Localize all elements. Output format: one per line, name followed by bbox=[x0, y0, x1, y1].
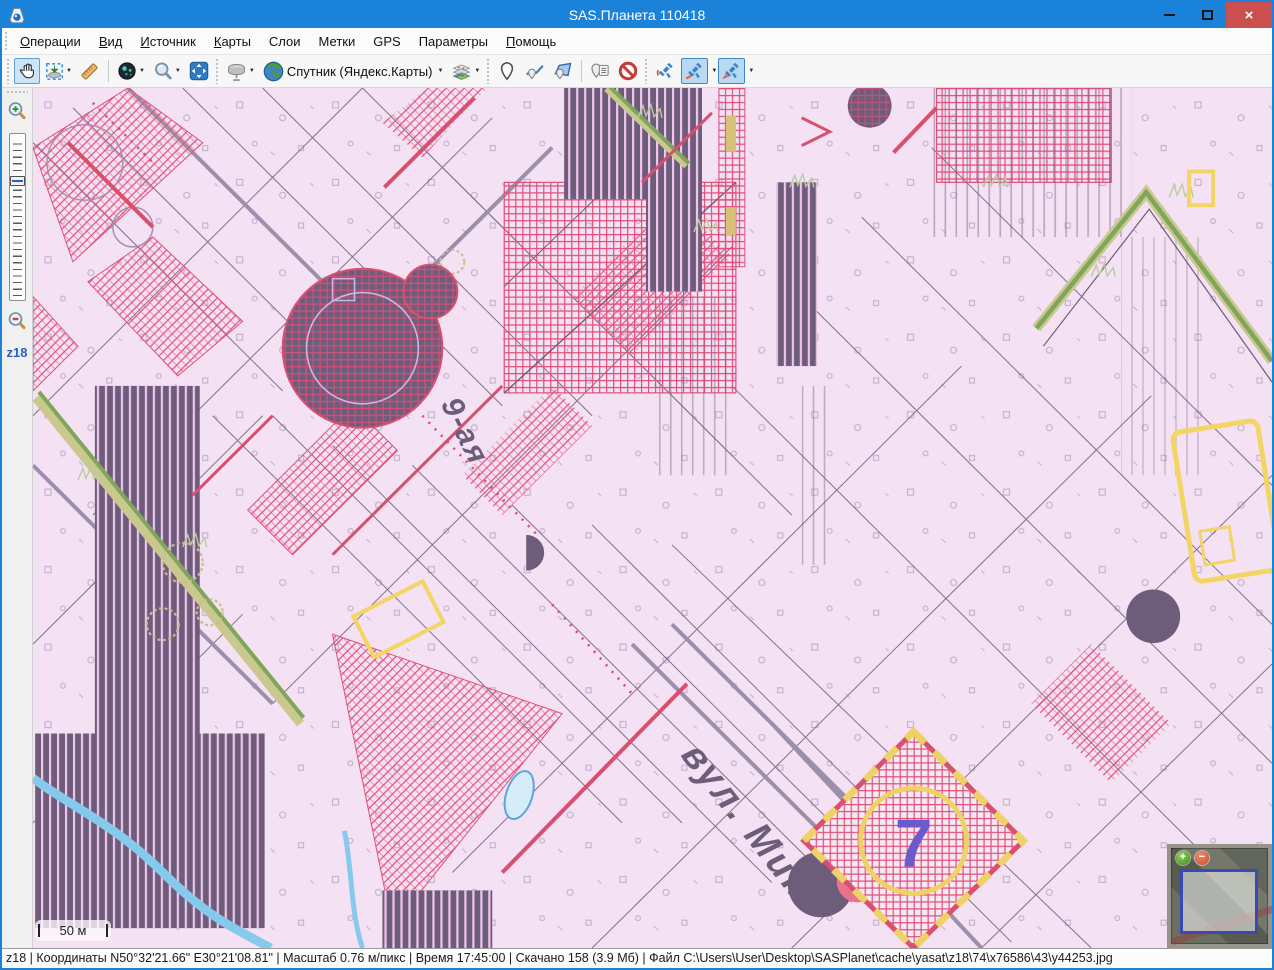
selection-tool-button[interactable]: ▼ bbox=[42, 58, 75, 84]
hide-placemarks-button[interactable] bbox=[615, 58, 641, 84]
menu-gps[interactable]: GPS bbox=[364, 31, 409, 52]
add-polygon-button[interactable] bbox=[550, 58, 576, 84]
dark-globe-button[interactable]: ▼ bbox=[114, 58, 148, 84]
menu-operations[interactable]: Операции bbox=[11, 31, 90, 52]
scale-bar-label: 50 м bbox=[40, 923, 106, 938]
map-source-label: Спутник (Яндекс.Карты) bbox=[287, 64, 433, 79]
map-image: 7 9-ая вул. Мико bbox=[33, 88, 1272, 948]
path-icon bbox=[525, 61, 545, 81]
ruler-icon bbox=[80, 62, 99, 81]
menu-view[interactable]: Вид bbox=[90, 31, 132, 52]
polygon-icon bbox=[553, 61, 573, 81]
main-toolbar: ▼ ▼ ▼ bbox=[2, 55, 1272, 88]
magnifier-dropdown-arrow[interactable]: ▼ bbox=[175, 68, 181, 74]
map-source-dropdown-arrow[interactable]: ▼ bbox=[437, 68, 443, 74]
map-canvas[interactable]: 7 9-ая вул. Мико 50 м + − bbox=[33, 88, 1272, 948]
placemark-icon bbox=[497, 61, 517, 81]
gps-follow-button[interactable] bbox=[718, 58, 745, 84]
zoom-level-label: z18 bbox=[7, 345, 28, 360]
placemark-manager-button[interactable] bbox=[587, 58, 613, 84]
zoom-out-button[interactable] bbox=[7, 311, 27, 331]
gps-track-icon bbox=[684, 61, 705, 82]
rect-selection-icon bbox=[45, 62, 64, 81]
window-title: SAS.Планета 110418 bbox=[2, 7, 1272, 23]
measure-distance-button[interactable] bbox=[77, 58, 103, 84]
add-path-button[interactable] bbox=[522, 58, 548, 84]
pan-tool-button[interactable] bbox=[14, 58, 40, 84]
layers-dropdown-arrow[interactable]: ▼ bbox=[474, 68, 480, 74]
zoom-slider-thumb[interactable] bbox=[10, 176, 25, 186]
status-text: z18 | Координаты N50°32'21.66" E30°21'08… bbox=[6, 951, 1113, 965]
title-bar[interactable]: SAS.Планета 110418 × bbox=[2, 2, 1272, 28]
toolbar-gripper-3[interactable] bbox=[486, 58, 491, 84]
toolbar-gripper-4[interactable] bbox=[644, 58, 649, 84]
minimap[interactable]: + − bbox=[1167, 844, 1272, 948]
status-bar: z18 | Координаты N50°32'21.66" E30°21'08… bbox=[2, 948, 1272, 968]
earth-globe-icon bbox=[263, 61, 284, 82]
layers-icon bbox=[451, 61, 472, 82]
menu-layers[interactable]: Слои bbox=[260, 31, 310, 52]
minimap-viewport[interactable] bbox=[1180, 869, 1258, 934]
hand-icon bbox=[18, 62, 37, 81]
gps-follow-dropdown-arrow[interactable]: ▼ bbox=[748, 68, 754, 74]
menu-source[interactable]: Источник bbox=[131, 31, 205, 52]
layers-button[interactable]: ▼ bbox=[448, 58, 483, 84]
scale-bar-right-tick bbox=[106, 924, 108, 937]
zoom-panel: z18 bbox=[2, 88, 33, 948]
block-number-label: 7 bbox=[895, 807, 933, 882]
fullscreen-button[interactable] bbox=[186, 58, 212, 84]
selection-dropdown-arrow[interactable]: ▼ bbox=[66, 68, 72, 74]
placemark-list-icon bbox=[590, 61, 610, 81]
scale-bar: 50 м bbox=[35, 920, 111, 941]
toolbar-gripper-1[interactable] bbox=[6, 58, 11, 84]
menubar-gripper[interactable] bbox=[4, 31, 9, 51]
app-window: SAS.Планета 110418 × Операции Вид Источн… bbox=[0, 0, 1274, 970]
zoom-panel-gripper[interactable] bbox=[6, 90, 28, 95]
gps-follow-icon bbox=[721, 61, 742, 82]
magnifier-button[interactable]: ▼ bbox=[150, 58, 184, 84]
menu-bar: Операции Вид Источник Карты Слои Метки G… bbox=[2, 28, 1272, 55]
menu-settings[interactable]: Параметры bbox=[410, 31, 497, 52]
zoom-slider-ticks bbox=[13, 138, 22, 296]
zoom-slider[interactable] bbox=[9, 133, 26, 301]
menu-placemarks[interactable]: Метки bbox=[310, 31, 365, 52]
night-globe-icon bbox=[117, 61, 137, 81]
toolbar-separator bbox=[108, 60, 109, 82]
toolbar-separator-2 bbox=[581, 60, 582, 82]
toolbar-gripper-2[interactable] bbox=[215, 58, 220, 84]
add-placemark-button[interactable] bbox=[494, 58, 520, 84]
fullscreen-icon bbox=[189, 61, 209, 81]
cache-mode-button[interactable]: ▼ bbox=[223, 58, 258, 84]
menu-maps[interactable]: Карты bbox=[205, 31, 260, 52]
menu-help[interactable]: Помощь bbox=[497, 31, 565, 52]
cache-drive-icon bbox=[226, 61, 247, 82]
dark-globe-dropdown-arrow[interactable]: ▼ bbox=[139, 68, 145, 74]
minimap-zoom-out-button[interactable]: − bbox=[1195, 851, 1209, 865]
gps-connect-button[interactable] bbox=[652, 58, 679, 84]
gps-track-button[interactable] bbox=[681, 58, 708, 84]
minimap-zoom-in-button[interactable]: + bbox=[1176, 851, 1190, 865]
search-icon bbox=[153, 61, 173, 81]
gps-track-dropdown-arrow[interactable]: ▼ bbox=[711, 68, 717, 74]
cache-dropdown-arrow[interactable]: ▼ bbox=[249, 68, 255, 74]
zoom-in-button[interactable] bbox=[7, 101, 27, 121]
gps-signal-icon bbox=[655, 61, 676, 82]
map-source-button[interactable]: Спутник (Яндекс.Карты) ▼ bbox=[260, 58, 447, 84]
no-entry-icon bbox=[618, 61, 638, 81]
